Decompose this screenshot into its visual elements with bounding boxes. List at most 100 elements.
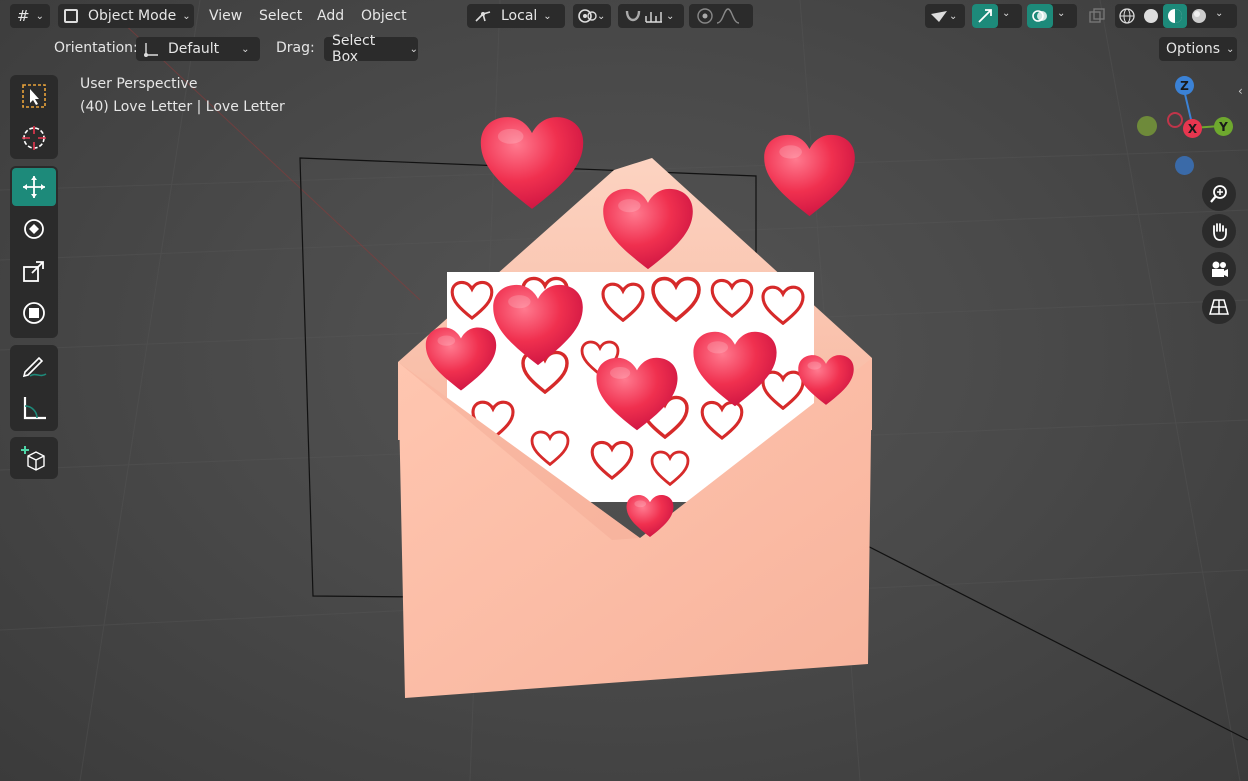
menu-view[interactable]: View bbox=[209, 4, 242, 28]
transform-orientation-selector[interactable]: Local ⌄ bbox=[467, 4, 565, 28]
gizmo-icon bbox=[978, 9, 992, 23]
3d-viewport[interactable] bbox=[0, 0, 1248, 781]
object-visibility-button[interactable]: ⌄ bbox=[925, 4, 965, 28]
gizmo-toggle-button[interactable] bbox=[972, 4, 998, 28]
add-cube-icon bbox=[21, 446, 45, 471]
move-tool[interactable] bbox=[12, 168, 56, 206]
rotate-tool[interactable] bbox=[12, 210, 56, 248]
overlay-toggle-button[interactable] bbox=[1027, 4, 1053, 28]
chevron-down-icon: ⌄ bbox=[241, 43, 250, 55]
mode-selector[interactable]: Object Mode ⌄ bbox=[58, 4, 194, 28]
love-letter-model[interactable] bbox=[0, 0, 1248, 781]
material-preview-button[interactable] bbox=[1163, 4, 1187, 28]
chevron-down-icon: ⌄ bbox=[666, 10, 675, 22]
cursor-crosshair-icon bbox=[22, 126, 46, 150]
chevron-down-icon: ⌄ bbox=[35, 10, 44, 22]
menu-add[interactable]: Add bbox=[317, 4, 344, 28]
add-cube-tool[interactable] bbox=[12, 439, 56, 477]
grid-perspective-icon bbox=[1209, 299, 1229, 315]
pivot-point-button[interactable]: ⌄ bbox=[573, 4, 611, 28]
viewport-header: # ⌄ Object Mode ⌄ View Select Add Object … bbox=[0, 0, 1248, 32]
toolbar-group-select bbox=[10, 75, 58, 159]
drag-dropdown[interactable]: Select Box ⌄ bbox=[324, 33, 418, 65]
gizmo-toggle-group[interactable]: ⌄ bbox=[972, 4, 1022, 28]
orientation-value: Default bbox=[168, 41, 220, 57]
view-name: User Perspective bbox=[80, 76, 198, 92]
tool-settings-bar: Orientation: Default ⌄ Drag: Select Box … bbox=[0, 33, 1248, 65]
shading-mode-group[interactable]: ⌄ bbox=[1115, 4, 1237, 28]
camera-view-button[interactable] bbox=[1202, 252, 1236, 286]
wireframe-sphere-icon bbox=[1119, 8, 1135, 24]
pencil-icon bbox=[22, 356, 47, 378]
solid-sphere-icon bbox=[1144, 9, 1158, 23]
options-label: Options bbox=[1166, 41, 1221, 57]
zoom-button[interactable] bbox=[1202, 177, 1236, 211]
chevron-down-icon: ⌄ bbox=[1002, 8, 1011, 19]
magnet-icon[interactable] bbox=[622, 7, 644, 25]
rotate-icon bbox=[24, 219, 44, 239]
annotate-tool[interactable] bbox=[12, 347, 56, 385]
snap-increment-icon[interactable] bbox=[644, 8, 666, 24]
orientation-label: Orientation: bbox=[54, 40, 138, 56]
gizmo-neg-x-axis[interactable] bbox=[1167, 112, 1183, 128]
gizmo-z-axis[interactable]: Z bbox=[1175, 76, 1194, 95]
select-box-icon bbox=[22, 84, 46, 108]
sidebar-toggle-icon[interactable]: ‹ bbox=[1238, 84, 1248, 98]
gizmo-neg-y-axis[interactable] bbox=[1137, 116, 1157, 136]
menu-select[interactable]: Select bbox=[259, 4, 302, 28]
snap-group[interactable]: ⌄ bbox=[618, 4, 684, 28]
gizmo-neg-z-axis[interactable] bbox=[1175, 156, 1194, 175]
mode-label: Object Mode bbox=[88, 8, 177, 24]
editor-type-button[interactable]: # ⌄ bbox=[10, 4, 50, 28]
rendered-shading-button[interactable] bbox=[1187, 4, 1211, 28]
chevron-down-icon: ⌄ bbox=[1215, 8, 1224, 19]
chevron-down-icon: ⌄ bbox=[1226, 43, 1235, 55]
overlay-toggle-group[interactable]: ⌄ bbox=[1027, 4, 1077, 28]
drag-label: Drag: bbox=[276, 40, 315, 56]
menu-object[interactable]: Object bbox=[361, 4, 407, 28]
gizmo-y-axis[interactable]: Y bbox=[1214, 117, 1233, 136]
perspective-toggle-button[interactable] bbox=[1202, 290, 1236, 324]
wireframe-shading-button[interactable] bbox=[1115, 4, 1139, 28]
pivot-icon bbox=[578, 9, 597, 23]
toolbar-group-add bbox=[10, 437, 58, 479]
gizmo-x-axis[interactable]: X bbox=[1183, 119, 1202, 138]
chevron-down-icon: ⌄ bbox=[949, 10, 958, 22]
measure-tool[interactable] bbox=[12, 389, 56, 427]
pan-button[interactable] bbox=[1202, 214, 1236, 248]
chevron-down-icon: ⌄ bbox=[597, 10, 606, 22]
overlays-icon bbox=[1032, 10, 1047, 22]
drag-value: Select Box bbox=[332, 33, 376, 65]
editor-type-icon: # bbox=[17, 7, 30, 25]
xray-toggle[interactable] bbox=[1085, 4, 1109, 28]
falloff-curve-icon[interactable] bbox=[715, 7, 741, 25]
cursor-tool[interactable] bbox=[12, 119, 56, 157]
proportional-edit-icon[interactable] bbox=[695, 7, 715, 25]
pivot-label: Local bbox=[501, 8, 538, 24]
camera-icon bbox=[1212, 261, 1228, 277]
toolbar-group-annotate bbox=[10, 345, 58, 431]
solid-shading-button[interactable] bbox=[1139, 4, 1163, 28]
hand-icon bbox=[1213, 223, 1227, 241]
transform-icon bbox=[23, 302, 45, 324]
rendered-sphere-icon bbox=[1192, 9, 1206, 23]
xray-icon bbox=[1089, 8, 1105, 23]
chevron-down-icon: ⌄ bbox=[182, 10, 191, 22]
object-mode-icon bbox=[64, 9, 78, 23]
orientation-dropdown[interactable]: Default ⌄ bbox=[136, 37, 260, 61]
select-box-tool[interactable] bbox=[12, 77, 56, 115]
scale-icon bbox=[23, 261, 44, 282]
navigation-gizmo[interactable]: Z Y X bbox=[1130, 72, 1240, 182]
ruler-icon bbox=[23, 397, 46, 420]
chevron-down-icon: ⌄ bbox=[409, 43, 418, 55]
zoom-magnifier-icon bbox=[1210, 185, 1227, 203]
toolbar-group-transform bbox=[10, 166, 58, 338]
scale-tool[interactable] bbox=[12, 252, 56, 290]
transform-tool[interactable] bbox=[12, 294, 56, 332]
local-orientation-icon bbox=[475, 11, 491, 22]
options-dropdown[interactable]: Options ⌄ bbox=[1159, 37, 1237, 61]
proportional-edit-group[interactable] bbox=[689, 4, 753, 28]
move-arrows-icon bbox=[23, 176, 45, 198]
material-sphere-icon bbox=[1168, 9, 1182, 23]
chevron-down-icon: ⌄ bbox=[1057, 8, 1066, 19]
